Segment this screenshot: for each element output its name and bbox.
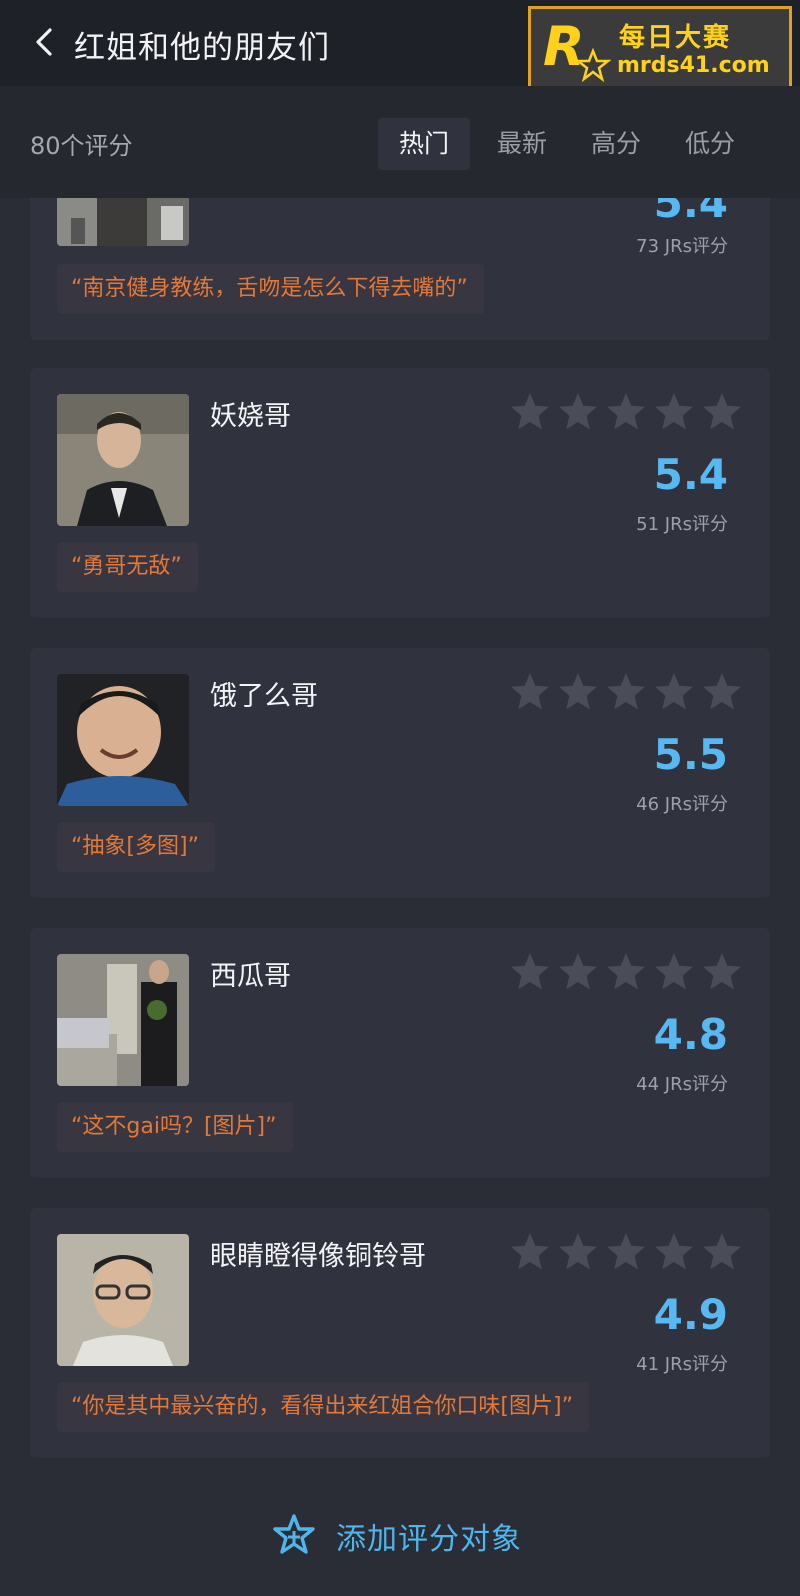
- filter-bar: 80个评分 热门 最新 高分 低分: [0, 86, 800, 198]
- add-rating-target-button[interactable]: 添加评分对象: [0, 1480, 800, 1596]
- star-icon[interactable]: [511, 953, 549, 990]
- person-name: 饿了么哥: [210, 681, 318, 712]
- star-icon[interactable]: [655, 393, 693, 430]
- watermark-url: mrds41.com: [617, 53, 770, 78]
- star-icon[interactable]: [655, 953, 693, 990]
- person-name: 眼睛瞪得像铜铃哥: [210, 1241, 426, 1272]
- star-icon[interactable]: [511, 393, 549, 430]
- tab-high-score[interactable]: 高分: [570, 118, 662, 170]
- star-icon[interactable]: [703, 393, 741, 430]
- star-icon[interactable]: [559, 1233, 597, 1270]
- star-rating: [511, 673, 741, 710]
- star-icon[interactable]: [655, 673, 693, 710]
- top-comment: “这不gai吗？[图片]”: [57, 1102, 293, 1152]
- svg-text:R: R: [543, 15, 585, 78]
- rating-count-label: 51 JRs评分: [636, 514, 728, 535]
- star-icon[interactable]: [607, 1233, 645, 1270]
- avatar: [57, 954, 189, 1086]
- rating-card[interactable]: 妖娆哥 5.4 51 JRs评分 “勇哥无敌”: [30, 368, 770, 618]
- watermark-text: 每日大赛: [619, 23, 732, 53]
- rating-count-label: 41 JRs评分: [636, 1354, 728, 1375]
- star-icon[interactable]: [703, 953, 741, 990]
- star-icon[interactable]: [511, 1233, 549, 1270]
- page-title: 红姐和他的朋友们: [74, 30, 330, 66]
- star-icon[interactable]: [607, 953, 645, 990]
- site-logo-icon: R: [543, 15, 611, 83]
- person-name: 西瓜哥: [210, 961, 291, 992]
- rating-count-label: 44 JRs评分: [636, 1074, 728, 1095]
- star-icon[interactable]: [607, 393, 645, 430]
- add-rating-target-label: 添加评分对象: [336, 1522, 522, 1557]
- rating-count: 80个评分: [30, 132, 133, 160]
- rating-card[interactable]: 西瓜哥 4.8 44 JRs评分 “这不gai吗？[图片]”: [30, 928, 770, 1178]
- star-icon[interactable]: [607, 673, 645, 710]
- tab-latest[interactable]: 最新: [476, 118, 568, 170]
- top-comment: “勇哥无敌”: [57, 542, 198, 592]
- rating-card[interactable]: 5.4 73 JRs评分 “南京健身教练，舌吻是怎么下得去嘴的”: [30, 198, 770, 340]
- star-icon[interactable]: [703, 1233, 741, 1270]
- score-value: 4.9: [653, 1290, 728, 1339]
- top-comment: “你是其中最兴奋的，看得出来红姐合你口味[图片]”: [57, 1382, 589, 1432]
- tab-low-score[interactable]: 低分: [664, 118, 756, 170]
- score-value: 5.4: [653, 450, 728, 499]
- star-icon[interactable]: [559, 953, 597, 990]
- rating-count-label: 73 JRs评分: [636, 236, 728, 257]
- rating-card[interactable]: 眼睛瞪得像铜铃哥 4.9 41 JRs评分 “你是其中最兴奋的，看得出来红姐合你…: [30, 1208, 770, 1458]
- rating-count-label: 46 JRs评分: [636, 794, 728, 815]
- score-value: 4.8: [653, 1010, 728, 1059]
- star-icon[interactable]: [655, 1233, 693, 1270]
- star-icon[interactable]: [559, 393, 597, 430]
- top-comment: “南京健身教练，舌吻是怎么下得去嘴的”: [57, 264, 484, 314]
- avatar: [57, 394, 189, 526]
- star-rating: [511, 1233, 741, 1270]
- tab-hot[interactable]: 热门: [378, 118, 470, 170]
- add-star-icon: [273, 1514, 315, 1554]
- rating-card[interactable]: 饿了么哥 5.5 46 JRs评分 “抽象[多图]”: [30, 648, 770, 898]
- star-rating: [511, 393, 741, 430]
- star-icon[interactable]: [703, 673, 741, 710]
- person-name: 妖娆哥: [210, 401, 291, 432]
- star-rating: [511, 953, 741, 990]
- back-arrow-icon[interactable]: [30, 26, 62, 58]
- watermark-logo: R 每日大赛 mrds41.com: [528, 6, 792, 90]
- avatar: [57, 198, 189, 246]
- avatar: [57, 1234, 189, 1366]
- avatar: [57, 674, 189, 806]
- top-comment: “抽象[多图]”: [57, 822, 215, 872]
- score-value: 5.5: [653, 730, 728, 779]
- star-icon[interactable]: [511, 673, 549, 710]
- star-icon[interactable]: [559, 673, 597, 710]
